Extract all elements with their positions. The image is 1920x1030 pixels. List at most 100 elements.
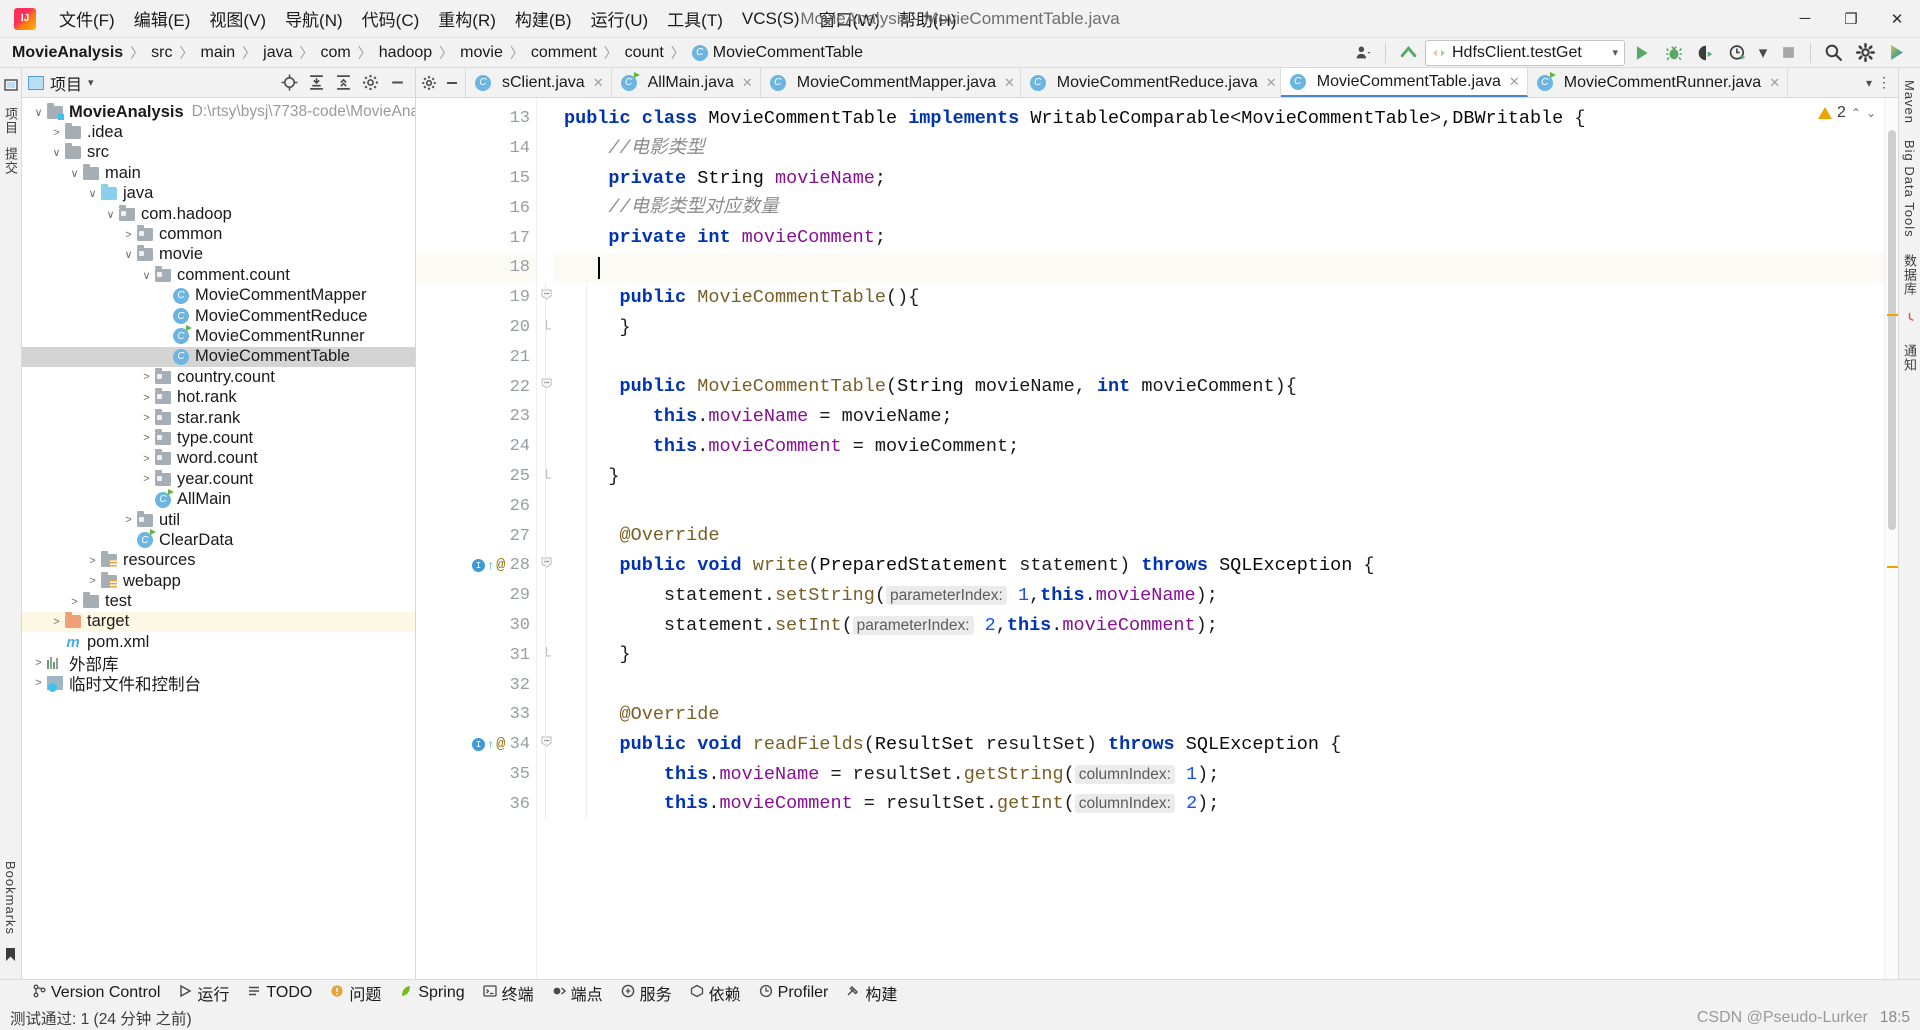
code-line-28[interactable]: public void write(PreparedStatement stat… <box>564 551 1884 581</box>
chevron-right-icon[interactable]: > <box>48 616 65 628</box>
fold-collapse-icon[interactable] <box>540 289 552 303</box>
sidebar-item-commit[interactable]: 提交 <box>1 141 20 181</box>
chevron-right-icon[interactable]: > <box>120 229 137 241</box>
editor-tab-moviecommentrunner-java[interactable]: C MovieCommentRunner.java ✕ <box>1528 68 1788 97</box>
tool-window-构建[interactable]: 构建 <box>838 979 905 1007</box>
tree-row-movieanalysis[interactable]: ∨ MovieAnalysis D:\rtsy\bysj\7738-code\Mov… <box>22 102 415 122</box>
breadcrumb-project[interactable]: MovieAnalysis <box>12 44 123 62</box>
notifications-icon[interactable] <box>1903 312 1916 328</box>
chevron-right-icon[interactable]: > <box>84 555 101 567</box>
expand-all-icon[interactable] <box>304 71 328 95</box>
menu-file[interactable]: 文件(F) <box>50 2 124 35</box>
chevron-right-icon[interactable]: > <box>138 432 155 444</box>
code-line-31[interactable]: } <box>564 640 1884 670</box>
gutter-line-16[interactable]: 16 <box>416 193 536 223</box>
scrollbar-thumb[interactable] <box>1888 130 1896 530</box>
chevron-right-icon[interactable]: > <box>138 473 155 485</box>
chevron-down-icon[interactable]: ∨ <box>66 167 83 180</box>
tree-row-moviecommentmapper[interactable]: C MovieCommentMapper <box>22 286 415 306</box>
prev-problem-icon[interactable]: ⌃ <box>1851 106 1861 120</box>
tool-window-profiler[interactable]: Profiler <box>751 982 837 1005</box>
gutter-line-17[interactable]: 17 <box>416 223 536 253</box>
tree-row-com-hadoop[interactable]: ∨ com.hadoop <box>22 204 415 224</box>
chevron-down-icon[interactable]: ∨ <box>48 146 65 159</box>
project-tree[interactable]: ∨ MovieAnalysis D:\rtsy\bysj\7738-code\Mov… <box>22 98 415 979</box>
gutter-line-36[interactable]: 36 <box>416 789 536 819</box>
override-icon[interactable]: I <box>472 559 485 573</box>
chevron-right-icon[interactable]: > <box>48 127 65 139</box>
fold-end-icon[interactable] <box>540 646 552 660</box>
editor-gutter[interactable]: 13 14 15 16 17 18 19 20 21 22 23 24 25 26 27 I ↑ @28 29 30 3… <box>416 98 536 979</box>
editor-scrollbar[interactable] <box>1884 98 1898 979</box>
editor-tab-sclient-java[interactable]: CsClient.java ✕ <box>466 68 612 97</box>
minimize-button[interactable]: ─ <box>1782 0 1828 38</box>
implemented-method-marker[interactable]: I ↑ @ <box>472 736 505 753</box>
tree-row-webapp[interactable]: > webapp <box>22 571 415 591</box>
code-line-32[interactable] <box>564 670 1884 700</box>
inspection-widget[interactable]: 2 ⌃ ⌄ <box>1817 104 1876 122</box>
tree-row-hot-rank[interactable]: > hot.rank <box>22 387 415 407</box>
fold-collapse-icon[interactable] <box>540 378 552 392</box>
chevron-down-icon[interactable]: ∨ <box>102 208 119 221</box>
tree-row-moviecommentrunner[interactable]: C MovieCommentRunner <box>22 325 415 346</box>
tool-window-依赖[interactable]: 依赖 <box>682 979 749 1007</box>
tool-window-bar[interactable]: Version Control 运行 TODO 问题 Spring 终端 端点 服务 依赖 Pro… <box>0 979 1920 1006</box>
chevron-right-icon[interactable]: > <box>84 575 101 587</box>
tree-row---------[interactable]: > 临时文件和控制台 <box>22 673 415 694</box>
close-tab-icon[interactable]: ✕ <box>593 75 604 91</box>
chevron-down-icon[interactable]: ∨ <box>138 269 155 282</box>
tree-row-target[interactable]: > target <box>22 611 415 633</box>
hide-panel-icon[interactable] <box>385 71 409 95</box>
stop-button[interactable] <box>1773 40 1803 66</box>
menu-navigate[interactable]: 导航(N) <box>276 2 352 35</box>
sidebar-item-bookmarks[interactable]: Bookmarks <box>3 855 18 941</box>
menu-run[interactable]: 运行(U) <box>582 2 658 35</box>
project-settings-icon[interactable] <box>358 71 382 95</box>
gutter-line-13[interactable]: 13 <box>416 104 536 134</box>
close-tab-icon[interactable]: ✕ <box>1004 75 1015 91</box>
tool-window-服务[interactable]: 服务 <box>613 979 680 1007</box>
close-tab-icon[interactable]: ✕ <box>742 75 753 91</box>
code-text[interactable]: public class MovieCommentTable implement… <box>554 98 1884 979</box>
close-tab-icon[interactable]: ✕ <box>1509 74 1520 90</box>
code-line-30[interactable]: statement.setInt(parameterIndex: 2,this.… <box>564 611 1884 641</box>
locate-icon[interactable] <box>277 71 301 95</box>
tree-row-util[interactable]: > util <box>22 510 415 530</box>
account-icon[interactable] <box>1348 40 1378 66</box>
fold-end-icon[interactable] <box>540 468 552 482</box>
chevron-right-icon[interactable]: > <box>120 514 137 526</box>
chevron-right-icon[interactable]: > <box>138 392 155 404</box>
debug-button[interactable] <box>1659 40 1689 66</box>
editor-tab-moviecommenttable-java[interactable]: C MovieCommentTable.java ✕ <box>1280 68 1528 97</box>
code-line-24[interactable]: this.movieComment = movieComment; <box>564 432 1884 462</box>
code-line-26[interactable] <box>564 491 1884 521</box>
gutter-line-28[interactable]: I ↑ @28 <box>416 551 536 581</box>
tree-row-country-count[interactable]: > country.count <box>22 367 415 387</box>
chevron-down-icon[interactable]: ∨ <box>120 248 137 261</box>
breadcrumb-java[interactable]: java <box>263 44 292 62</box>
code-line-17[interactable]: private int movieComment; <box>564 223 1884 253</box>
tool-window-spring[interactable]: Spring <box>391 982 472 1005</box>
menu-tools[interactable]: 工具(T) <box>658 2 732 35</box>
code-line-15[interactable]: private String movieName; <box>564 164 1884 194</box>
tool-window-运行[interactable]: 运行 <box>170 979 237 1007</box>
menu-help[interactable]: 帮助(H) <box>890 2 966 35</box>
gutter-line-21[interactable]: 21 <box>416 342 536 372</box>
tool-window-todo[interactable]: TODO <box>239 982 320 1005</box>
code-line-29[interactable]: statement.setString(parameterIndex: 1,th… <box>564 581 1884 611</box>
tool-window-version-control[interactable]: Version Control <box>24 982 168 1005</box>
chevron-right-icon[interactable]: > <box>66 596 83 608</box>
override-icon[interactable]: I <box>472 738 485 752</box>
chevron-down-icon[interactable]: ∨ <box>84 187 101 200</box>
coverage-button[interactable] <box>1691 40 1721 66</box>
code-line-23[interactable]: this.movieName = movieName; <box>564 402 1884 432</box>
gutter-line-25[interactable]: 25 <box>416 462 536 492</box>
menu-build[interactable]: 构建(B) <box>506 2 581 35</box>
fold-collapse-icon[interactable] <box>540 557 552 571</box>
fold-end-icon[interactable] <box>540 319 552 333</box>
sidebar-item-project[interactable]: 项目 <box>1 101 20 141</box>
tree-row-word-count[interactable]: > word.count <box>22 449 415 469</box>
editor-tabs[interactable]: CsClient.java ✕ C AllMain.java ✕ C MovieCommen… <box>466 68 1860 97</box>
close-tab-icon[interactable]: ✕ <box>1769 75 1780 91</box>
tree-row-moviecommenttable[interactable]: C MovieCommentTable <box>22 346 415 368</box>
